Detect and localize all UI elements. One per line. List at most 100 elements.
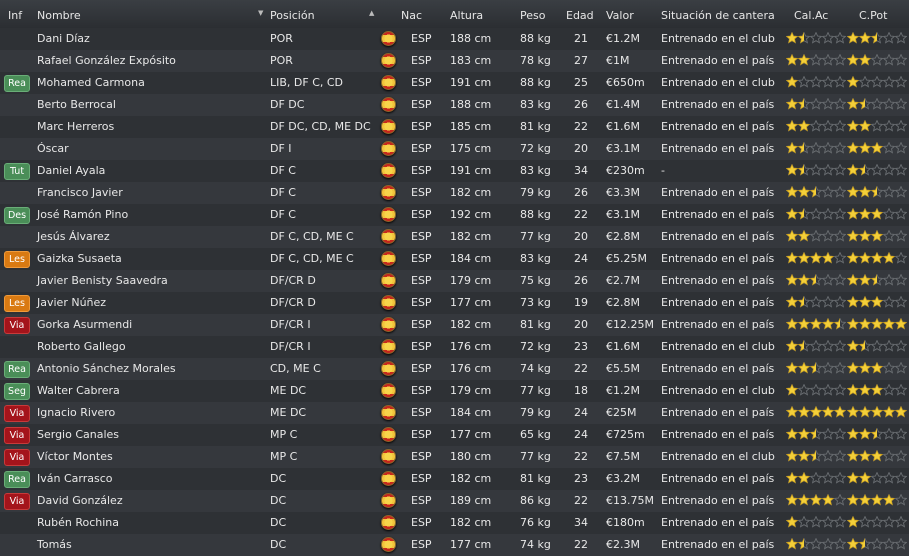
table-row[interactable]: Les Javier Núñez DF/CR D ESP 177 cm 73 kg 19 €2… [0, 292, 909, 314]
table-row[interactable]: Via Sergio Canales MP C ESP 177 cm 65 kg 24 €72… [0, 424, 909, 446]
player-position: DF/CR D [270, 296, 316, 309]
player-name[interactable]: Roberto Gallego [37, 336, 126, 358]
player-name[interactable]: Dani Díaz [37, 28, 90, 50]
table-row[interactable]: Francisco Javier DF C ESP 182 cm 79 kg 26 €3.3… [0, 182, 909, 204]
player-name[interactable]: Óscar [37, 138, 69, 160]
player-name[interactable]: Rubén Rochina [37, 512, 119, 534]
table-row[interactable]: Rafael González Expósito POR ESP 183 cm 78 k… [0, 50, 909, 72]
sort-asc-icon[interactable]: ▲ [369, 9, 374, 17]
column-header-cal-ac[interactable]: Cal.Ac [794, 0, 828, 28]
player-name[interactable]: Daniel Ayala [37, 160, 105, 182]
player-nationality: ESP [411, 406, 432, 419]
player-status-badge[interactable]: Via [4, 449, 30, 466]
player-status-badge[interactable]: Seg [4, 383, 30, 400]
table-row[interactable]: Tomás DC ESP 177 cm 74 kg 22 €2.3M Entrenado en… [0, 534, 909, 556]
player-height: 183 cm [450, 54, 492, 67]
player-value: €1.4M [606, 98, 640, 111]
player-status-badge[interactable]: Rea [4, 75, 30, 92]
column-header-altura[interactable]: Altura [450, 0, 483, 28]
table-row[interactable]: Berto Berrocal DF DC ESP 188 cm 83 kg 26 €1.4M… [0, 94, 909, 116]
player-position: DF/CR I [270, 340, 311, 353]
player-name[interactable]: Gaizka Susaeta [37, 248, 122, 270]
player-status-badge[interactable]: Via [4, 405, 30, 422]
table-row[interactable]: Seg Walter Cabrera ME DC ESP 179 cm 77 kg 18 €1… [0, 380, 909, 402]
player-status-badge[interactable]: Rea [4, 361, 30, 378]
table-row[interactable]: Javier Benisty Saavedra DF/CR D ESP 179 cm 7… [0, 270, 909, 292]
player-status-badge[interactable]: Les [4, 295, 30, 312]
player-status-badge[interactable]: Via [4, 317, 30, 334]
player-name[interactable]: Marc Herreros [37, 116, 114, 138]
column-header-inf[interactable]: Inf [8, 0, 22, 28]
player-name[interactable]: Tomás [37, 534, 72, 556]
column-header-peso[interactable]: Peso [520, 0, 545, 28]
player-position: DC [270, 472, 287, 485]
table-row[interactable]: Via Ignacio Rivero ME DC ESP 184 cm 79 kg 24 €2… [0, 402, 909, 424]
spain-flag-icon [381, 273, 396, 288]
player-name[interactable]: David González [37, 490, 123, 512]
table-row[interactable]: Roberto Gallego DF/CR I ESP 176 cm 72 kg 23 €1… [0, 336, 909, 358]
table-row[interactable]: Via Gorka Asurmendi DF/CR I ESP 182 cm 81 kg 2… [0, 314, 909, 336]
player-nationality: ESP [411, 186, 432, 199]
player-name[interactable]: Walter Cabrera [37, 380, 120, 402]
table-row[interactable]: Rea Antonio Sánchez Morales CD, ME C ESP 176… [0, 358, 909, 380]
player-age: 34 [574, 164, 588, 177]
player-height: 179 cm [450, 384, 492, 397]
table-row[interactable]: Via David González DC ESP 189 cm 86 kg 22 €13.7… [0, 490, 909, 512]
column-header-valor[interactable]: Valor [606, 0, 634, 28]
player-name[interactable]: Francisco Javier [37, 182, 123, 204]
column-header-situacion[interactable]: Situación de cantera [661, 0, 775, 28]
player-status-badge[interactable]: Les [4, 251, 30, 268]
player-weight: 74 kg [520, 538, 551, 551]
player-name[interactable]: José Ramón Pino [37, 204, 128, 226]
column-header-posicion[interactable]: Posición [270, 0, 315, 28]
player-name[interactable]: Ignacio Rivero [37, 402, 115, 424]
column-header-nac[interactable]: Nac [401, 0, 422, 28]
column-header-edad[interactable]: Edad [566, 0, 594, 28]
player-nationality: ESP [411, 142, 432, 155]
column-header-c-pot[interactable]: C.Pot [859, 0, 887, 28]
player-status-badge[interactable]: Via [4, 427, 30, 444]
table-row[interactable]: Dani Díaz POR ESP 188 cm 88 kg 21 €1.2M Entrena… [0, 28, 909, 50]
player-name[interactable]: Iván Carrasco [37, 468, 113, 490]
player-name[interactable]: Javier Benisty Saavedra [37, 270, 168, 292]
player-age: 26 [574, 274, 588, 287]
table-row[interactable]: Rea Iván Carrasco DC ESP 182 cm 81 kg 23 €3.2M E… [0, 468, 909, 490]
table-row[interactable]: Des José Ramón Pino DF C ESP 192 cm 88 kg 22 €3… [0, 204, 909, 226]
player-name[interactable]: Antonio Sánchez Morales [37, 358, 176, 380]
player-name[interactable]: Jesús Álvarez [37, 226, 110, 248]
player-age: 27 [574, 54, 588, 67]
player-youth-status: - [661, 164, 665, 177]
table-row[interactable]: Via Víctor Montes MP C ESP 180 cm 77 kg 22 €7.5… [0, 446, 909, 468]
table-header: Inf Nombre ▼ Posición ▲ Nac Altura Peso … [0, 0, 909, 29]
player-status-badge[interactable]: Tut [4, 163, 30, 180]
player-name[interactable]: Rafael González Expósito [37, 50, 176, 72]
player-status-badge[interactable]: Via [4, 493, 30, 510]
player-weight: 79 kg [520, 186, 551, 199]
squad-table: Inf Nombre ▼ Posición ▲ Nac Altura Peso … [0, 0, 909, 556]
player-height: 188 cm [450, 98, 492, 111]
table-row[interactable]: Jesús Álvarez DF C, CD, ME C ESP 182 cm 77 k… [0, 226, 909, 248]
table-row[interactable]: Marc Herreros DF DC, CD, ME DC ESP 185 cm 81… [0, 116, 909, 138]
sort-desc-icon[interactable]: ▼ [258, 9, 263, 17]
player-name[interactable]: Sergio Canales [37, 424, 119, 446]
player-name[interactable]: Berto Berrocal [37, 94, 116, 116]
player-name[interactable]: Víctor Montes [37, 446, 113, 468]
player-value: €2.3M [606, 538, 640, 551]
player-name[interactable]: Javier Núñez [37, 292, 106, 314]
table-row[interactable]: Óscar DF I ESP 175 cm 72 kg 20 €3.1M Entrenado … [0, 138, 909, 160]
table-row[interactable]: Les Gaizka Susaeta DF C, CD, ME C ESP 184 cm… [0, 248, 909, 270]
player-status-badge[interactable]: Rea [4, 471, 30, 488]
column-header-nombre[interactable]: Nombre [37, 0, 81, 28]
player-nationality: ESP [411, 76, 432, 89]
player-height: 182 cm [450, 472, 492, 485]
table-row[interactable]: Tut Daniel Ayala DF C ESP 191 cm 83 kg 34 €230m… [0, 160, 909, 182]
table-row[interactable]: Rubén Rochina DC ESP 182 cm 76 kg 34 €180m Entr… [0, 512, 909, 534]
player-age: 19 [574, 296, 588, 309]
player-position: ME DC [270, 384, 307, 397]
player-youth-status: Entrenado en el país [661, 472, 775, 485]
player-name[interactable]: Mohamed Carmona [37, 72, 145, 94]
player-name[interactable]: Gorka Asurmendi [37, 314, 132, 336]
player-height: 188 cm [450, 32, 492, 45]
table-row[interactable]: Rea Mohamed Carmona LIB, DF C, CD ESP 191 cm… [0, 72, 909, 94]
player-status-badge[interactable]: Des [4, 207, 30, 224]
